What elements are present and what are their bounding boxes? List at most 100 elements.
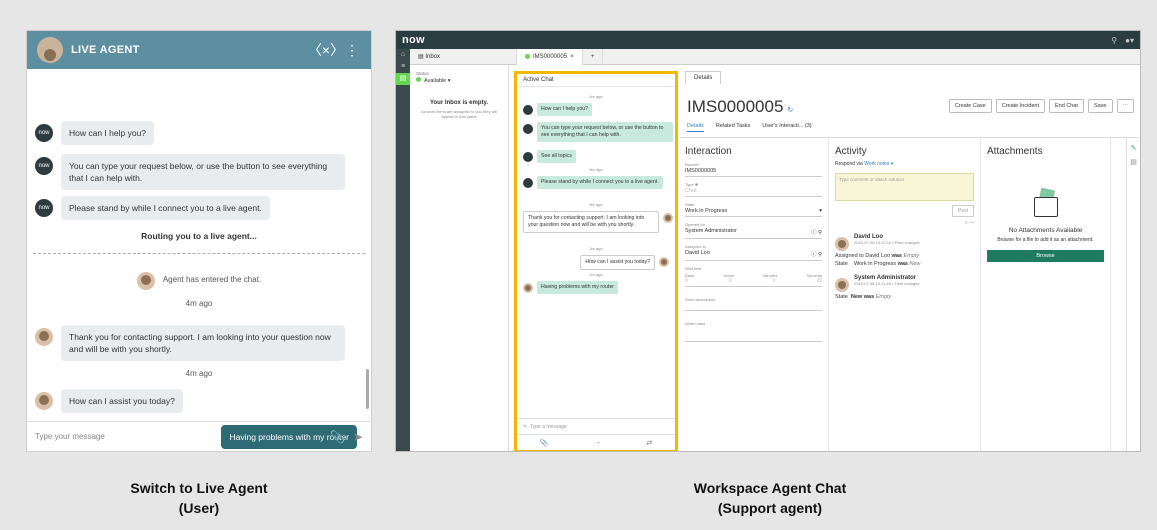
more-vertical-icon[interactable]: ⋮ [343,41,361,59]
caption-left-line1: Switch to Live Agent [130,480,268,496]
list-icon[interactable]: ≡ [396,61,410,73]
details-panel: Details IMS0000005 ↻ Create Case Create I… [679,65,1140,451]
create-incident-button[interactable]: Create Incident [995,99,1046,113]
live-agent-title: LIVE AGENT [71,44,140,56]
change-old: New [909,261,921,267]
chat-input[interactable]: ✎ Type a message [517,418,675,434]
opened-for-value: System Administrator [685,228,737,234]
attachments-heading: Attachments [987,146,1043,157]
inbox-empty-title: Your Inbox is empty. [429,100,489,106]
chat-toolbar: 📎 → ⇄ [517,434,675,450]
attachment-icon[interactable]: 📎 [330,430,345,444]
user-avatar [835,278,849,292]
empty-folder-icon [1024,187,1068,221]
message-input[interactable]: Type your message [35,432,322,441]
change-field: State [835,294,848,300]
record-subtabs: Details Related Tasks User's Interacti..… [687,123,824,132]
caption-left-line2: (User) [178,500,220,516]
agent-avatar [659,257,669,267]
attachments-hint: Browse for a file to add it as an attach… [997,237,1094,243]
subtab-related-tasks[interactable]: Related Tasks [716,123,750,132]
work-notes-field[interactable] [685,326,822,342]
agent-entered-text: Agent has entered the chat. [162,275,262,284]
create-case-button[interactable]: Create Case [948,99,992,113]
save-button[interactable]: Save [1087,99,1113,113]
record-actions: Create Case Create Incident End Chat Sav… [945,99,1134,113]
inbox-empty-sub: As work items are assigned to you they w… [420,109,498,119]
chat-agent-message: How can I assist you today? [580,255,669,270]
duration-values: 0 0 0 29 [685,278,822,287]
bot-message-text: Please stand by while I connect you to a… [61,196,270,220]
state-select[interactable]: Work in Progress ▾ [685,207,822,217]
agent-message-text: How can I assist you today? [61,389,183,413]
chat-close-icon[interactable]: 〈×〉 [308,41,344,59]
scrollbar[interactable] [366,369,369,409]
translate-icon[interactable]: ⇄ [646,439,652,447]
subtab-users-interactions[interactable]: User's Interacti... (3) [762,123,811,132]
see-all-topics-button[interactable]: See all topics [537,150,576,163]
status-select[interactable]: Available ▾ [416,77,502,84]
document-icon[interactable]: ▤ [1127,158,1140,166]
tab-inbox-label: Inbox [425,53,441,60]
bot-avatar-icon: now [35,124,53,142]
bot-message: now Please stand by while I connect you … [35,196,270,220]
search-icon[interactable]: ⚲ [1111,36,1117,45]
change-new: David Loo [865,253,891,259]
tab-inbox[interactable]: ▤ Inbox [410,48,517,65]
tab-add[interactable]: + [583,48,604,65]
assigned-to-value: David Loo [685,250,710,256]
days-value: 0 [685,278,688,284]
lookup-icon[interactable]: ⓘ ⚲ [811,250,822,258]
tab-record[interactable]: IMS0000005 × [517,48,583,65]
assigned-to-field[interactable]: David Loo ⓘ ⚲ [685,249,822,261]
change-was: was [863,294,875,300]
opened-for-field[interactable]: System Administrator ⓘ ⚲ [685,227,822,239]
activity-entry: System Administrator 2019-07-08 13:11:48… [835,275,974,292]
copy-icon[interactable]: ↻ [787,107,793,114]
no-attachments-text: No Attachments Available [1008,227,1083,234]
edit-icon[interactable]: ✎ [1127,144,1140,152]
send-icon[interactable]: ➤ [353,430,363,444]
bot-avatar-icon [523,124,533,134]
activity-entry: David Loo 2019-07-08 13:12:14 • Field ch… [835,234,974,251]
respond-via-select[interactable]: Work notes ▾ [864,161,893,167]
chat-bot-message: See all topics [523,150,576,163]
change-new: Work in Progress [853,261,897,267]
agent-message: Thank you for contacting support. I am l… [35,325,345,361]
comment-input[interactable]: Type comment or attach solution [835,173,974,201]
tab-details[interactable]: Details [685,71,722,84]
interaction-form: Interaction Number IMS0000005 Type ✱ Cha… [679,138,829,451]
caption-left: Switch to Live Agent (User) [26,478,372,518]
user-avatar-icon[interactable]: ●▾ [1125,36,1134,45]
type-field[interactable]: Chat [685,187,822,197]
transfer-icon[interactable]: → [594,439,601,446]
attachment-icon[interactable]: 📎 [540,439,549,447]
number-field[interactable]: IMS0000005 [685,167,822,177]
status-label: Status [416,71,429,76]
filter-icon[interactable]: ▿ — [835,220,974,226]
change-old: Empty [903,253,920,259]
post-button[interactable]: Post [952,205,974,217]
record-number-title: IMS0000005 ↻ [687,97,793,117]
state-value: Work in Progress [685,208,728,214]
interaction-heading: Interaction [685,146,732,157]
short-description-field[interactable] [685,302,822,311]
inbox-icon[interactable]: ▤ [396,73,410,85]
chat-agent-message: Thank you for contacting support. I am l… [523,211,673,233]
hours-value: 0 [728,278,732,284]
wait-time-label: Wait time [685,266,702,271]
bot-avatar-icon [523,152,533,162]
routing-status: Routing you to a live agent... [141,231,257,241]
end-chat-button[interactable]: End Chat [1049,99,1084,113]
browse-button[interactable]: Browse [987,250,1104,262]
agent-avatar [35,392,53,410]
right-rail: ✎ ▤ [1126,138,1140,451]
available-dot-icon [416,77,421,82]
change-old: Empty [875,294,892,300]
inbox-panel: Status Available ▾ Your Inbox is empty. … [410,65,509,451]
bot-message-text: How can I help you? [61,121,155,145]
subtab-details[interactable]: Details [687,123,704,132]
more-button[interactable]: ⋯ [1116,99,1134,113]
lookup-icon[interactable]: ⓘ ⚲ [811,228,822,236]
home-icon[interactable]: ⌂ [396,49,410,61]
